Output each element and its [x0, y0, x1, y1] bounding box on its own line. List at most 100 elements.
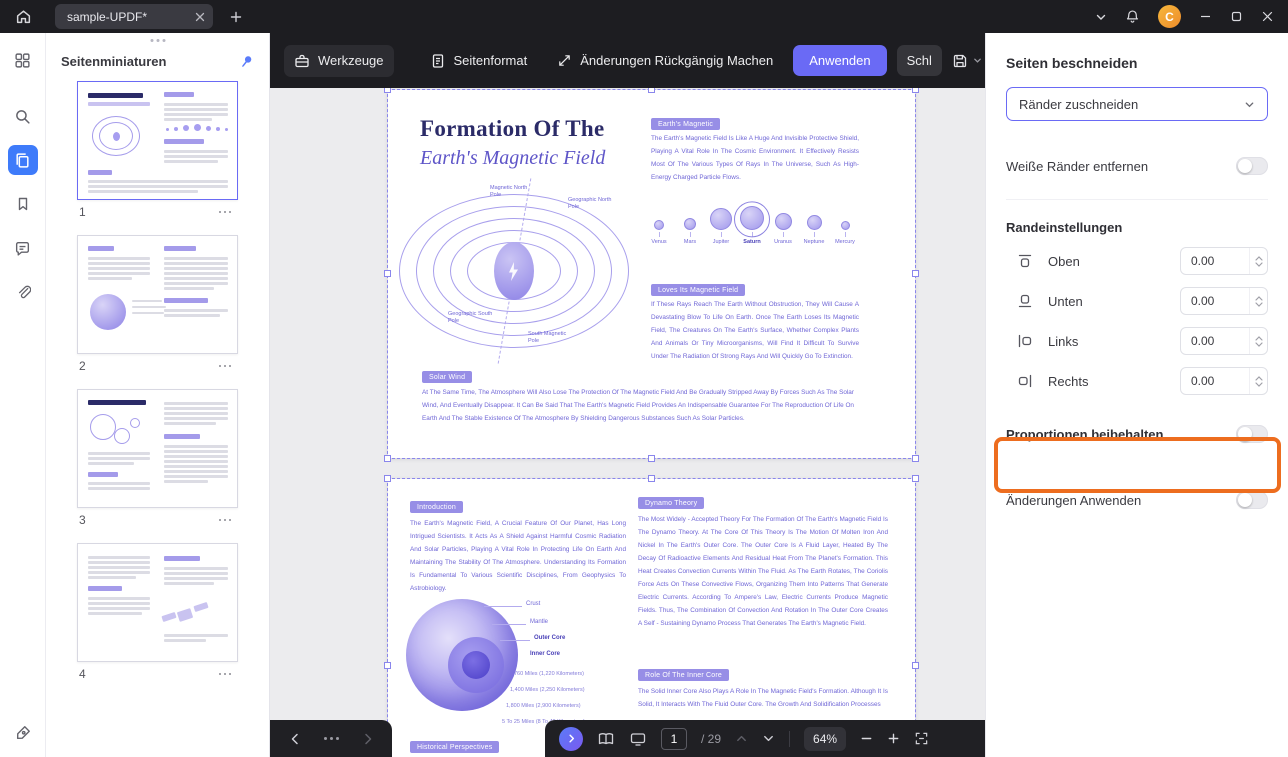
- selection-handle[interactable]: [384, 475, 391, 482]
- planet-circle: [654, 220, 664, 230]
- selection-handle[interactable]: [912, 455, 919, 462]
- stepper-down-icon[interactable]: [1254, 261, 1263, 267]
- selection-handle[interactable]: [912, 661, 919, 669]
- notifications-bell-icon[interactable]: [1125, 9, 1140, 24]
- expand-panel-button[interactable]: [559, 726, 583, 751]
- nav-chevron-left-icon[interactable]: [288, 732, 302, 746]
- page-thumbnail[interactable]: [77, 235, 238, 354]
- selection-handle[interactable]: [384, 88, 391, 93]
- avatar[interactable]: C: [1158, 5, 1181, 28]
- statusbar-separator: [789, 730, 791, 747]
- thumbnail-menu-dots[interactable]: [216, 362, 235, 371]
- pdf-page-1-selection[interactable]: Formation Of The Earth's Magnetic Field …: [384, 88, 919, 462]
- page-thumbnail[interactable]: [77, 389, 238, 508]
- margin-row-right: Rechts: [1006, 367, 1268, 395]
- thumbnail-menu-dots[interactable]: [216, 208, 235, 217]
- stepper: [1249, 368, 1267, 394]
- new-tab-button[interactable]: [229, 10, 243, 24]
- home-button[interactable]: [0, 0, 46, 33]
- document-canvas[interactable]: Formation Of The Earth's Magnetic Field …: [270, 88, 985, 757]
- stepper-down-icon[interactable]: [1254, 341, 1263, 347]
- margin-value-input[interactable]: [1181, 254, 1241, 268]
- selection-handle[interactable]: [647, 475, 655, 482]
- pdf-section-tag: Earth's Magnetic: [651, 118, 721, 130]
- nav-more-dots[interactable]: [324, 737, 339, 740]
- stepper-up-icon[interactable]: [1254, 375, 1263, 381]
- crop-mode-dropdown[interactable]: Ränder zuschneiden: [1006, 87, 1268, 121]
- keep-proportions-toggle[interactable]: [1236, 425, 1268, 443]
- apps-grid-icon[interactable]: [8, 45, 38, 75]
- selection-handle[interactable]: [384, 661, 391, 669]
- margin-value-input[interactable]: [1181, 334, 1241, 348]
- pdf-section-tag: Dynamo Theory: [638, 497, 705, 509]
- display-mode-icon[interactable]: [629, 730, 647, 748]
- previous-page-chevron-icon[interactable]: [735, 732, 748, 745]
- page-thumbnail[interactable]: [77, 543, 238, 662]
- stepper-down-icon[interactable]: [1254, 301, 1263, 307]
- selection-handle[interactable]: [912, 475, 919, 482]
- stepper-down-icon[interactable]: [1254, 381, 1263, 387]
- stepper-up-icon[interactable]: [1254, 335, 1263, 341]
- tools-button[interactable]: Werkzeuge: [284, 44, 394, 77]
- margin-value-input[interactable]: [1181, 374, 1241, 388]
- save-button[interactable]: [952, 53, 982, 69]
- diagram-label-magnetic-north: Magnetic North Pole: [490, 185, 528, 198]
- collapse-chevron-icon[interactable]: [1095, 11, 1107, 23]
- page-number-input[interactable]: [661, 727, 687, 750]
- selection-handle[interactable]: [384, 455, 391, 462]
- panel-drag-handle[interactable]: [150, 39, 165, 42]
- planet-label: Jupiter: [712, 239, 730, 245]
- next-page-chevron-icon[interactable]: [762, 732, 775, 745]
- apply-changes-toggle[interactable]: [1236, 491, 1268, 509]
- undo-changes-label: Änderungen Rückgängig Machen: [580, 53, 774, 68]
- attachment-icon[interactable]: [8, 277, 38, 307]
- highlight-annotation-rectangle: [994, 437, 1281, 493]
- minimize-button[interactable]: [1199, 10, 1212, 23]
- selection-handle[interactable]: [647, 455, 655, 462]
- selection-handle[interactable]: [384, 270, 391, 277]
- page-format-button[interactable]: Seitenformat: [420, 45, 538, 77]
- bookmark-icon[interactable]: [8, 189, 38, 219]
- apply-button[interactable]: Anwenden: [793, 45, 887, 76]
- pdf-page-2[interactable]: Introduction The Earth's Magnetic Field,…: [388, 479, 915, 757]
- selection-handle[interactable]: [912, 270, 919, 277]
- titlebar: sample-UPDF* C: [0, 0, 1288, 33]
- page-thumbnail[interactable]: [77, 81, 238, 200]
- stepper: [1249, 328, 1267, 354]
- pdf-page-1[interactable]: Formation Of The Earth's Magnetic Field …: [388, 90, 915, 458]
- selection-handle[interactable]: [647, 88, 655, 93]
- margin-label: Rechts: [1048, 373, 1089, 389]
- comments-icon[interactable]: [8, 233, 38, 263]
- close-button[interactable]: [1261, 10, 1274, 23]
- page-thumbnails-icon[interactable]: [7, 145, 38, 175]
- reader-mode-icon[interactable]: [597, 730, 615, 748]
- tab-title: sample-UPDF*: [67, 9, 148, 24]
- remove-white-margins-toggle[interactable]: [1236, 157, 1268, 175]
- pin-icon[interactable]: [236, 51, 257, 72]
- search-icon[interactable]: [8, 101, 38, 131]
- stepper-up-icon[interactable]: [1254, 295, 1263, 301]
- stepper-up-icon[interactable]: [1254, 255, 1263, 261]
- thumbnail-menu-dots[interactable]: [216, 516, 235, 525]
- zoom-level-button[interactable]: 64%: [804, 726, 847, 751]
- selection-handle[interactable]: [912, 88, 919, 93]
- zoom-out-icon[interactable]: [860, 732, 873, 745]
- save-dropdown-chevron-icon[interactable]: [973, 56, 982, 65]
- layer-label: Inner Core: [530, 651, 561, 657]
- maximize-button[interactable]: [1230, 10, 1243, 23]
- zoom-in-icon[interactable]: [887, 732, 900, 745]
- planet-mercury: Mercury: [830, 200, 860, 245]
- planet-uranus: Uranus: [768, 200, 798, 245]
- undo-changes-button[interactable]: Änderungen Rückgängig Machen: [547, 45, 783, 76]
- margin-value-input[interactable]: [1181, 294, 1241, 308]
- document-tab[interactable]: sample-UPDF*: [55, 4, 213, 29]
- thumbnail-menu-dots[interactable]: [216, 670, 235, 679]
- layer-measurement: 760 Miles (1,220 Kilometers): [514, 671, 585, 677]
- signature-pen-icon[interactable]: [8, 717, 38, 747]
- nav-chevron-right-icon[interactable]: [361, 732, 375, 746]
- pdf-page-2-selection[interactable]: Introduction The Earth's Magnetic Field,…: [384, 475, 919, 757]
- fit-to-screen-icon[interactable]: [914, 731, 929, 746]
- crop-mode-selected: Ränder zuschneiden: [1019, 96, 1139, 112]
- close-panel-button[interactable]: Schl: [896, 45, 942, 76]
- tab-close-icon[interactable]: [195, 12, 205, 22]
